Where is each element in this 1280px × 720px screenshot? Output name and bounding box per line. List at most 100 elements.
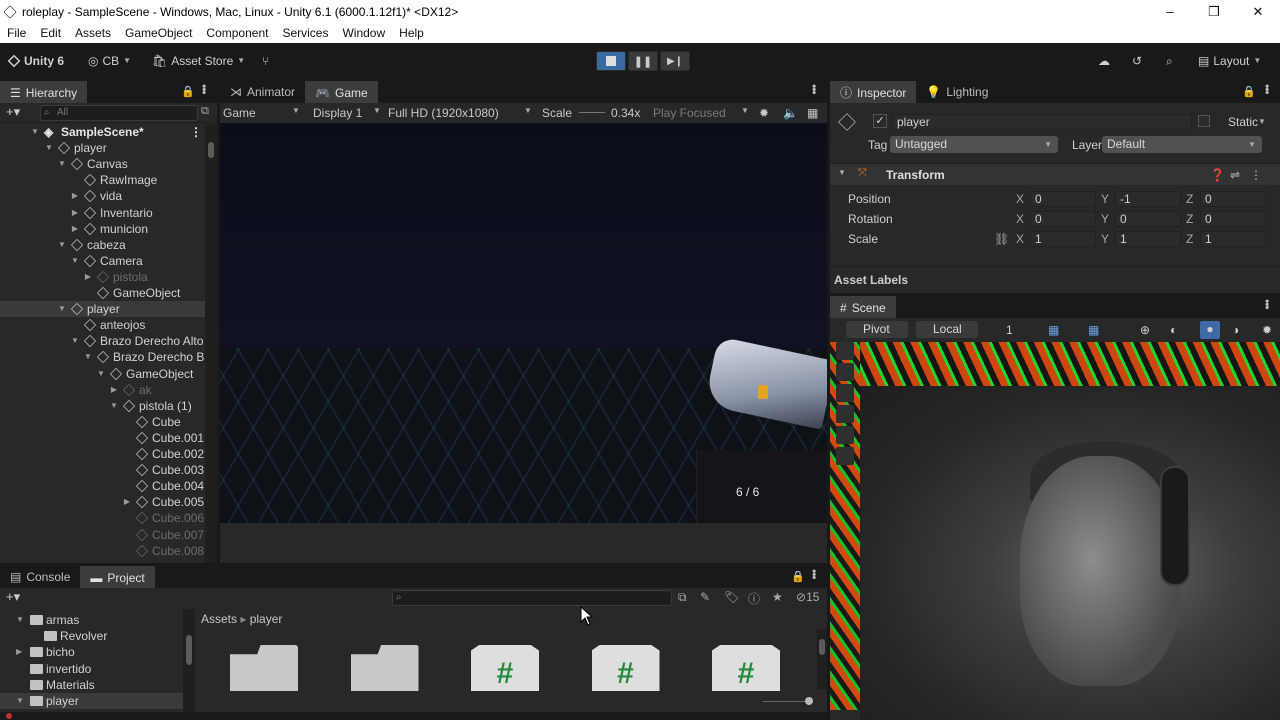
scrollbar-thumb[interactable] xyxy=(186,635,192,665)
game-viewport[interactable]: 6 / 6 xyxy=(220,123,827,523)
hierarchy-item[interactable]: ▼ GameObject xyxy=(0,366,205,382)
hierarchy-item[interactable]: Cube.002 xyxy=(0,446,205,462)
transform-tool-icon[interactable] xyxy=(836,447,854,465)
panel-menu-icon[interactable]: ••• xyxy=(1260,299,1274,309)
asset-folder-icon[interactable] xyxy=(350,645,419,691)
hierarchy-item[interactable]: RawImage xyxy=(0,172,205,188)
hierarchy-item[interactable]: ▶ ak xyxy=(0,382,205,398)
scale-tool-icon[interactable] xyxy=(836,405,854,423)
pivot-dropdown[interactable]: Pivot xyxy=(846,321,908,338)
transform-position-x[interactable]: 0 xyxy=(1030,191,1096,207)
create-asset-button[interactable]: +▾ xyxy=(6,589,20,605)
scrollbar-thumb[interactable] xyxy=(819,639,825,655)
hierarchy-item[interactable]: Cube xyxy=(0,414,205,430)
stats-icon[interactable]: ▦ xyxy=(807,106,818,120)
rotate-tool-icon[interactable] xyxy=(836,384,854,402)
chevron-down-icon[interactable]: ▼ xyxy=(57,156,67,172)
lit-mode-icon[interactable]: ● xyxy=(1200,321,1220,339)
asset-scrollbar[interactable] xyxy=(817,629,827,689)
menu-help[interactable]: Help xyxy=(392,26,431,40)
chevron-down-icon[interactable]: ▼ xyxy=(109,398,119,414)
chevron-down-icon[interactable]: ▼ xyxy=(70,333,80,349)
hierarchy-item[interactable]: GameObject xyxy=(0,285,205,301)
lock-icon[interactable]: 🔒 xyxy=(791,570,805,583)
scene-settings-icon[interactable]: ✹ xyxy=(1262,322,1272,338)
hidden-count[interactable]: ⊘15 xyxy=(796,590,819,604)
error-icon[interactable] xyxy=(6,713,12,719)
version-control-button[interactable]: ⑂ xyxy=(262,52,269,70)
grid-size-value[interactable]: 1 xyxy=(1006,322,1013,338)
chevron-down-icon[interactable]: ▼ xyxy=(96,366,106,382)
tag-dropdown[interactable]: Untagged ▼ xyxy=(890,136,1058,153)
textured-icon[interactable]: ◑ xyxy=(1232,322,1239,338)
hierarchy-item[interactable]: Cube.007 xyxy=(0,527,205,543)
hierarchy-item[interactable]: ▶ pistola xyxy=(0,269,205,285)
layout-dropdown[interactable]: ▤ Layout ▼ xyxy=(1198,52,1261,70)
hierarchy-item[interactable]: ▼ player xyxy=(0,301,205,318)
object-name-field[interactable]: player xyxy=(892,114,1192,130)
space-dropdown[interactable]: Local xyxy=(916,321,978,338)
hierarchy-item[interactable]: Cube.001 xyxy=(0,430,205,446)
project-folder-item[interactable]: Materials xyxy=(0,677,190,693)
scale-slider[interactable] xyxy=(579,112,605,113)
rect-tool-icon[interactable] xyxy=(836,426,854,444)
close-button[interactable]: ✕ xyxy=(1236,0,1280,23)
transform-rotation-y[interactable]: 0 xyxy=(1115,211,1181,227)
gizmo-settings-icon[interactable]: ✹ xyxy=(759,106,769,120)
chevron-down-icon[interactable]: ▼ xyxy=(57,237,67,253)
chevron-right-icon[interactable]: ▶ xyxy=(109,382,119,398)
menu-edit[interactable]: Edit xyxy=(33,26,68,40)
play-button[interactable] xyxy=(596,51,626,71)
search-by-type-icon[interactable]: ⧉ xyxy=(678,590,687,605)
chevron-down-icon[interactable]: ▼ xyxy=(70,253,80,269)
transform-rotation-z[interactable]: 0 xyxy=(1200,211,1266,227)
hierarchy-item[interactable]: ▼ Canvas xyxy=(0,156,205,172)
scrollbar-thumb[interactable] xyxy=(208,142,214,158)
tab-game[interactable]: 🎮 Game xyxy=(305,81,378,103)
csharp-script-icon[interactable]: # xyxy=(712,645,780,691)
transform-header[interactable]: ▼ ⤧ Transform ❓ ⇌ ⋮ xyxy=(830,163,1280,185)
pause-button[interactable]: ❚❚ xyxy=(628,51,658,71)
tab-inspector[interactable]: ⓘ Inspector xyxy=(830,81,917,103)
transform-scale-z[interactable]: 1 xyxy=(1200,231,1266,247)
view-tool-icon[interactable] xyxy=(836,342,854,360)
hierarchy-scene-row[interactable]: ▼ ◈ SampleScene* ⋮ xyxy=(0,124,205,140)
add-object-button[interactable]: +▾ xyxy=(6,104,20,120)
chevron-right-icon[interactable]: ▶ xyxy=(70,221,80,237)
account-dropdown[interactable]: ◎ CB ▼ xyxy=(88,52,131,70)
search-button[interactable]: ⌕ xyxy=(1166,52,1173,70)
asset-labels-section[interactable]: Asset Labels xyxy=(830,266,1280,293)
tab-hierarchy[interactable]: ☰ Hierarchy xyxy=(0,81,88,103)
transform-rotation-x[interactable]: 0 xyxy=(1030,211,1096,227)
view-mode-dropdown[interactable]: Game xyxy=(223,106,256,120)
static-checkbox[interactable] xyxy=(1198,115,1210,127)
project-folder-item[interactable]: Revolver xyxy=(0,628,190,644)
project-tree-scrollbar[interactable] xyxy=(183,609,195,712)
project-folder-item[interactable]: ▼ armas xyxy=(0,612,190,628)
transform-position-y[interactable]: -1 xyxy=(1115,191,1181,207)
lock-icon[interactable]: 🔒 xyxy=(1242,85,1256,98)
lock-icon[interactable]: 🔒 xyxy=(181,85,195,98)
shaded-icon[interactable]: ◐ xyxy=(1170,322,1177,338)
project-folder-item[interactable]: ▶ bicho xyxy=(0,644,190,660)
hierarchy-scrollbar[interactable] xyxy=(205,124,217,563)
grid-snap-icon[interactable]: ▦ xyxy=(1048,322,1059,338)
menu-gameobject[interactable]: GameObject xyxy=(118,26,199,40)
menu-assets[interactable]: Assets xyxy=(68,26,118,40)
cloud-button[interactable]: ☁ xyxy=(1098,52,1110,70)
chevron-right-icon[interactable]: ▶ xyxy=(83,269,93,285)
search-by-label-icon[interactable]: ✎ xyxy=(700,590,710,604)
history-button[interactable]: ↺ xyxy=(1132,52,1142,70)
favorite-star-icon[interactable]: ★ xyxy=(772,590,783,604)
info-icon[interactable]: ⓘ xyxy=(748,590,760,607)
filter-icon[interactable]: ⧉ xyxy=(201,105,209,118)
transform-position-z[interactable]: 0 xyxy=(1200,191,1266,207)
transform-scale-x[interactable]: 1 xyxy=(1030,231,1096,247)
csharp-script-icon[interactable]: # xyxy=(471,645,539,691)
hierarchy-item[interactable]: ▶ Cube.005 xyxy=(0,494,205,510)
preset-icon[interactable]: ⇌ xyxy=(1230,168,1240,182)
hierarchy-item[interactable]: Cube.006 xyxy=(0,510,205,526)
menu-file[interactable]: File xyxy=(0,26,33,40)
hierarchy-item[interactable]: ▼ player xyxy=(0,140,205,156)
play-mode-dropdown[interactable]: Play Focused xyxy=(653,106,726,120)
